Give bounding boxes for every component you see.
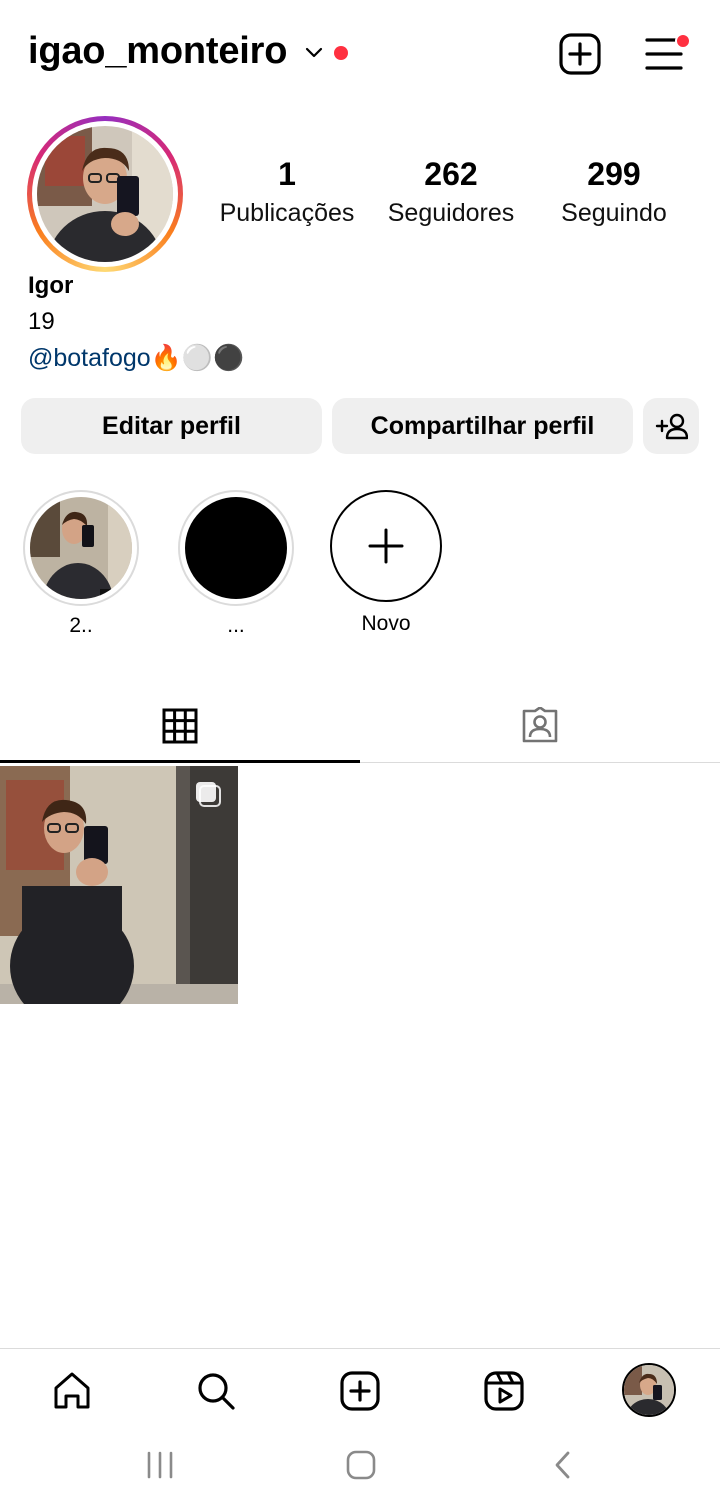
nav-home[interactable] bbox=[48, 1367, 96, 1415]
highlight-cover bbox=[185, 497, 287, 599]
highlight-photo-image bbox=[30, 497, 132, 599]
reels-icon bbox=[484, 1371, 524, 1411]
avatar-photo-image bbox=[37, 126, 173, 262]
followers-count: 262 bbox=[424, 156, 478, 192]
menu-notification-dot bbox=[675, 33, 691, 49]
following-label: Seguindo bbox=[561, 199, 667, 227]
chevron-down-icon[interactable] bbox=[302, 40, 326, 64]
highlight-cover bbox=[30, 497, 132, 599]
avatar bbox=[37, 126, 173, 262]
following-count: 299 bbox=[587, 156, 641, 192]
share-profile-button[interactable]: Compartilhar perfil bbox=[332, 398, 633, 454]
android-back-icon[interactable] bbox=[546, 1450, 582, 1480]
highlight-item[interactable]: ... bbox=[177, 490, 295, 638]
android-home-icon[interactable] bbox=[343, 1450, 379, 1480]
avatar-frame bbox=[32, 121, 178, 267]
create-icon bbox=[340, 1371, 380, 1411]
add-person-icon bbox=[655, 413, 688, 440]
nav-profile[interactable] bbox=[622, 1363, 676, 1417]
notification-dot bbox=[334, 46, 348, 60]
profile-bio-line: 19 bbox=[28, 308, 55, 335]
highlight-ring bbox=[178, 490, 294, 606]
system-navigation-bar bbox=[0, 1432, 720, 1496]
active-tab-indicator bbox=[0, 760, 360, 763]
bottom-navigation-bar bbox=[0, 1348, 720, 1433]
tagged-icon bbox=[522, 707, 558, 743]
post-thumbnail[interactable] bbox=[0, 766, 238, 1004]
edit-profile-button[interactable]: Editar perfil bbox=[21, 398, 322, 454]
discover-people-button[interactable] bbox=[643, 398, 699, 454]
profile-tabs bbox=[0, 690, 720, 763]
stat-followers[interactable]: 262 Seguidores bbox=[371, 156, 531, 228]
highlight-label: ... bbox=[227, 614, 245, 637]
highlight-item[interactable]: 2.. bbox=[22, 490, 140, 638]
tab-tagged[interactable] bbox=[360, 690, 720, 762]
profile-avatar-story-ring[interactable] bbox=[27, 116, 183, 272]
followers-label: Seguidores bbox=[387, 199, 515, 227]
new-highlight-ring bbox=[330, 490, 442, 602]
stat-posts[interactable]: 1 Publicações bbox=[207, 156, 367, 228]
highlight-label: 2.. bbox=[69, 614, 93, 637]
profile-header: igao_monteiro bbox=[0, 0, 720, 108]
home-icon bbox=[54, 1372, 90, 1409]
nav-reels[interactable] bbox=[480, 1367, 528, 1415]
highlight-ring bbox=[23, 490, 139, 606]
search-icon bbox=[198, 1373, 235, 1410]
tab-posts-grid[interactable] bbox=[0, 690, 360, 762]
posts-count: 1 bbox=[278, 156, 296, 192]
new-highlight-button[interactable]: Novo bbox=[327, 490, 445, 636]
nav-avatar bbox=[622, 1363, 676, 1417]
stat-following[interactable]: 299 Seguindo bbox=[534, 156, 694, 228]
plus-icon bbox=[368, 528, 404, 564]
username-switcher[interactable]: igao_monteiro bbox=[28, 30, 287, 73]
post-photo-image bbox=[0, 766, 238, 1004]
android-recents-icon[interactable] bbox=[142, 1450, 178, 1480]
nav-avatar-image bbox=[624, 1365, 674, 1415]
posts-label: Publicações bbox=[219, 199, 355, 227]
profile-name: Igor bbox=[28, 272, 74, 299]
nav-search[interactable] bbox=[192, 1367, 240, 1415]
grid-icon bbox=[162, 708, 198, 744]
bio-mention-link[interactable]: @botafogo🔥⚪⚫ bbox=[28, 344, 244, 373]
new-highlight-label: Novo bbox=[361, 612, 411, 635]
nav-create[interactable] bbox=[336, 1367, 384, 1415]
new-post-icon[interactable] bbox=[558, 32, 602, 76]
